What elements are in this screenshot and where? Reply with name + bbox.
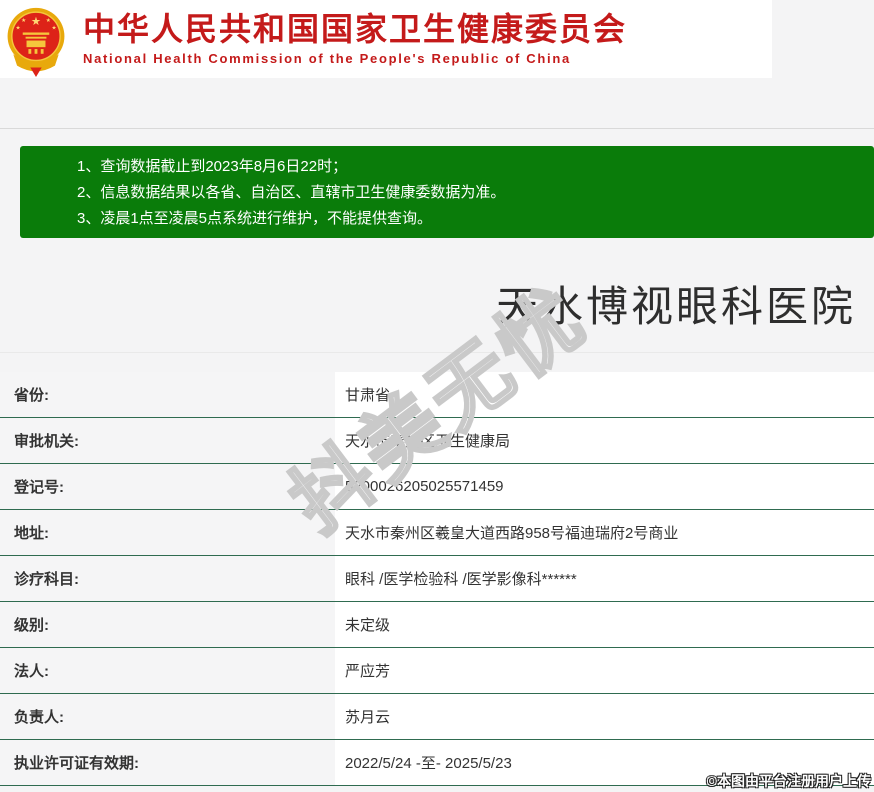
row-label: 审批机关: <box>0 418 335 463</box>
row-label: 法人: <box>0 648 335 693</box>
site-titles: 中华人民共和国国家卫生健康委员会 National Health Commiss… <box>83 10 628 67</box>
row-label: 登记号: <box>0 464 335 509</box>
row-value: 未定级 <box>335 602 874 647</box>
table-row-province: 省份: 甘肃省 <box>0 372 874 418</box>
row-value: 天水市秦州区卫生健康局 <box>335 418 874 463</box>
table-row-level: 级别: 未定级 <box>0 602 874 648</box>
notice-line-3: 3、凌晨1点至凌晨5点系统进行维护，不能提供查询。 <box>77 210 433 227</box>
header-divider <box>0 128 874 129</box>
notice-banner: 1、查询数据截止到2023年8月6日22时； 2、信息数据结果以各省、自治区、直… <box>20 146 874 238</box>
row-value: 眼科 /医学检验科 /医学影像科****** <box>335 556 874 601</box>
row-value: 甘肃省 <box>335 372 874 417</box>
row-value: 天水市秦州区羲皇大道西路958号福迪瑞府2号商业 <box>335 510 874 555</box>
table-row-person-in-charge: 负责人: 苏月云 <box>0 694 874 740</box>
svg-text:★: ★ <box>46 17 51 24</box>
row-value: 严应芳 <box>335 648 874 693</box>
notice-line-2: 2、信息数据结果以各省、自治区、直辖市卫生健康委数据为准。 <box>77 184 506 201</box>
table-row-approval-authority: 审批机关: 天水市秦州区卫生健康局 <box>0 418 874 464</box>
svg-text:★: ★ <box>51 24 56 31</box>
svg-text:★: ★ <box>15 24 20 31</box>
site-title-english: National Health Commission of the People… <box>83 51 571 67</box>
svg-text:★: ★ <box>31 15 41 27</box>
site-title-chinese: 中华人民共和国国家卫生健康委员会 <box>83 10 628 47</box>
row-label: 级别: <box>0 602 335 647</box>
row-label: 省份: <box>0 372 335 417</box>
row-label: 诊疗科目: <box>0 556 335 601</box>
upload-attribution-watermark: ©本图由平台注册用户上传 <box>706 773 871 789</box>
row-label: 执业许可证有效期: <box>0 740 335 785</box>
detail-table: 省份: 甘肃省 审批机关: 天水市秦州区卫生健康局 登记号: 520002620… <box>0 372 874 786</box>
row-value: 5200026205025571459 <box>335 464 874 509</box>
table-row-address: 地址: 天水市秦州区羲皇大道西路958号福迪瑞府2号商业 <box>0 510 874 556</box>
row-value: 苏月云 <box>335 694 874 739</box>
table-row-legal-person: 法人: 严应芳 <box>0 648 874 694</box>
table-row-registration-number: 登记号: 5200026205025571459 <box>0 464 874 510</box>
site-header: ★ ★ ★ ★ ★ 中华人民共和国国家卫生健康委员会 National Heal… <box>0 0 772 78</box>
table-top-divider <box>0 352 874 353</box>
table-row-departments: 诊疗科目: 眼科 /医学检验科 /医学影像科****** <box>0 556 874 602</box>
hospital-name: 天水博视眼科医院 <box>495 283 856 330</box>
row-label: 地址: <box>0 510 335 555</box>
svg-text:★: ★ <box>21 17 26 24</box>
notice-line-1: 1、查询数据截止到2023年8月6日22时； <box>77 158 348 175</box>
china-national-emblem-icon: ★ ★ ★ ★ ★ <box>5 2 67 77</box>
row-label: 负责人: <box>0 694 335 739</box>
